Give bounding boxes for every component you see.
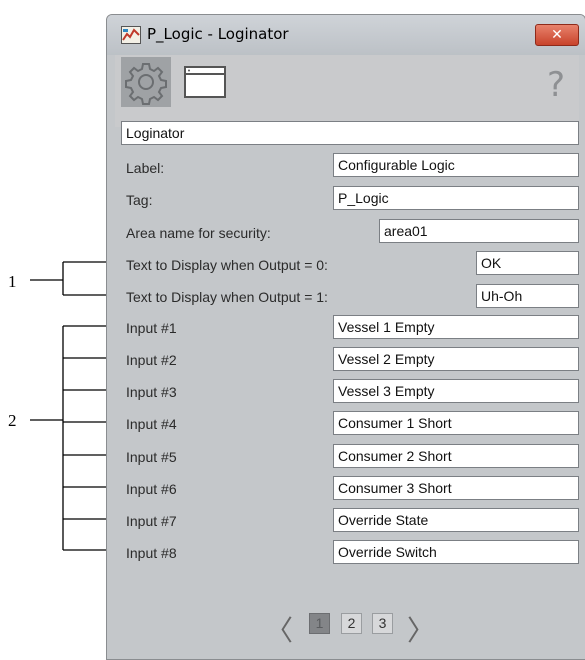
settings-tab-button[interactable] [121, 57, 171, 107]
next-page-button[interactable]: 〉 [407, 609, 435, 649]
window-title: P_Logic - Loginator [147, 25, 289, 43]
area-field[interactable]: area01 [379, 219, 579, 243]
output1-caption: Text to Display when Output = 1: [126, 289, 328, 305]
input8-caption: Input #8 [126, 545, 177, 561]
input1-field[interactable]: Vessel 1 Empty [333, 315, 579, 339]
input4-caption: Input #4 [126, 416, 177, 432]
input7-caption: Input #7 [126, 513, 177, 529]
input2-field[interactable]: Vessel 2 Empty [333, 347, 579, 371]
input2-caption: Input #2 [126, 352, 177, 368]
pager: 〈 1 2 3 〉 [107, 611, 585, 647]
input3-field[interactable]: Vessel 3 Empty [333, 379, 579, 403]
input8-field[interactable]: Override Switch [333, 540, 579, 564]
toolbar: ? [115, 55, 579, 127]
prev-page-button[interactable]: 〈 [265, 609, 293, 649]
input6-caption: Input #6 [126, 481, 177, 497]
input5-field[interactable]: Consumer 2 Short [333, 444, 579, 468]
input7-field[interactable]: Override State [333, 508, 579, 532]
tag-field[interactable]: P_Logic [333, 186, 579, 210]
close-button[interactable]: ✕ [535, 24, 579, 46]
output0-field[interactable]: OK [476, 251, 579, 275]
gear-icon [125, 63, 167, 105]
page-2-button[interactable]: 2 [341, 613, 362, 634]
input3-caption: Input #3 [126, 384, 177, 400]
output0-caption: Text to Display when Output = 0: [126, 257, 328, 273]
faceplate-window: P_Logic - Loginator ✕ ? Loginator Label:… [106, 14, 585, 660]
window-icon [184, 66, 226, 98]
window-tab-button[interactable] [179, 59, 231, 103]
output1-field[interactable]: Uh-Oh [476, 284, 579, 308]
tag-caption: Tag: [126, 192, 153, 208]
label-caption: Label: [126, 160, 165, 176]
input4-field[interactable]: Consumer 1 Short [333, 411, 579, 435]
input1-caption: Input #1 [126, 320, 177, 336]
page-3-button[interactable]: 3 [372, 613, 393, 634]
input6-field[interactable]: Consumer 3 Short [333, 476, 579, 500]
close-icon: ✕ [551, 27, 563, 43]
name-field[interactable]: Loginator [121, 121, 579, 145]
label-field[interactable]: Configurable Logic [333, 153, 579, 177]
area-caption: Area name for security: [126, 225, 271, 241]
input5-caption: Input #5 [126, 449, 177, 465]
help-icon[interactable]: ? [547, 65, 565, 105]
page-1-button[interactable]: 1 [309, 613, 330, 634]
title-bar[interactable]: P_Logic - Loginator ✕ [107, 15, 585, 55]
logic-app-icon [121, 26, 141, 44]
